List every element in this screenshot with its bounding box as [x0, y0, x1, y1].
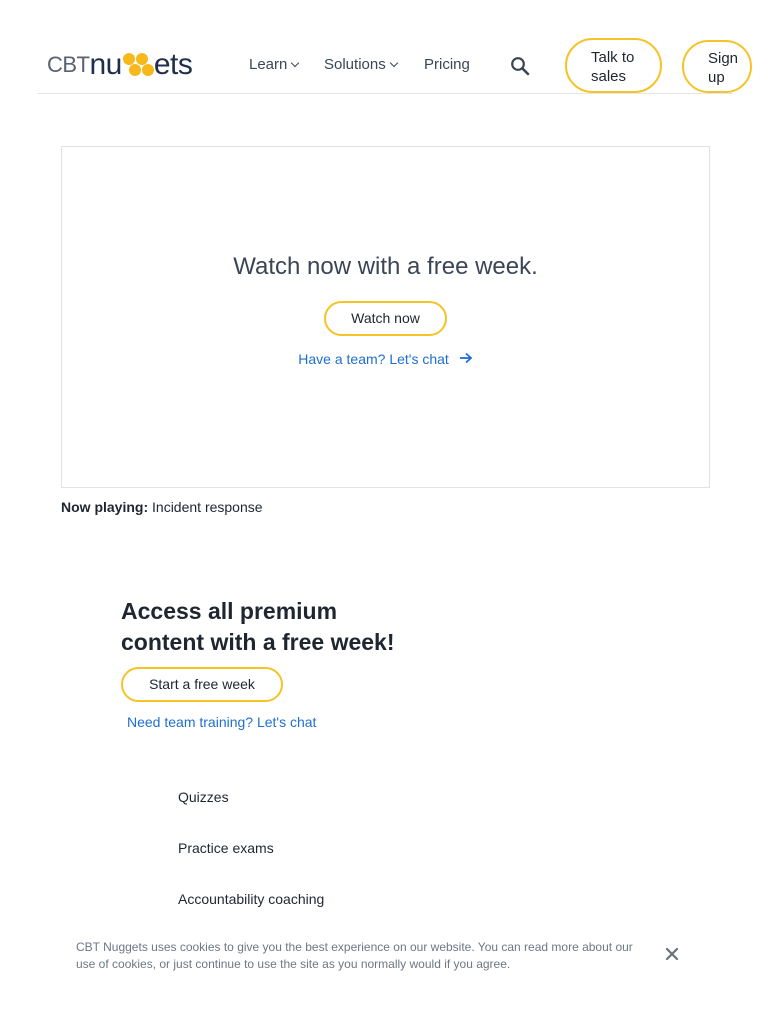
now-playing-label: Now playing: [61, 499, 149, 515]
chevron-down-icon [291, 58, 300, 67]
team-training-link[interactable]: Need team training? Let's chat [127, 714, 316, 730]
list-item: Accountability coaching [178, 891, 325, 907]
search-icon[interactable] [510, 56, 530, 76]
video-title: Watch now with a free week. [233, 253, 538, 280]
now-playing-value: Incident response [152, 499, 263, 515]
start-free-week-button[interactable]: Start a free week [121, 667, 283, 702]
close-icon[interactable] [664, 946, 680, 962]
nav-pricing-label: Pricing [424, 55, 470, 73]
promo-heading: Access all premium content with a free w… [121, 598, 395, 655]
logo-cbt-text: CBT [47, 52, 90, 77]
logo-dots-icon [122, 52, 154, 78]
nav-solutions-label: Solutions [324, 55, 386, 73]
now-playing: Now playing: Incident response [61, 499, 263, 515]
cbt-nuggets-logo[interactable]: CBT nu ets [47, 48, 193, 81]
arrow-right-icon [459, 352, 473, 364]
talk-to-sales-button[interactable]: Talk to sales [565, 38, 662, 93]
chevron-down-icon [389, 58, 398, 67]
watch-now-button[interactable]: Watch now [324, 301, 447, 336]
list-item: Quizzes [178, 789, 229, 805]
sign-up-button[interactable]: Sign up [682, 40, 752, 93]
team-chat-link[interactable]: Have a team? Let's chat [62, 351, 709, 367]
logo-ets-text: ets [153, 48, 193, 81]
cookie-banner-text: CBT Nuggets uses cookies to give you the… [76, 940, 633, 971]
nav-learn[interactable]: Learn [249, 54, 309, 74]
site-header: CBT nu ets Learn Solutions Pricing Talk … [37, 30, 752, 94]
video-player-card: Watch now with a free week. Watch now Ha… [61, 146, 710, 488]
nav-learn-label: Learn [249, 55, 288, 73]
list-item: Practice exams [178, 840, 274, 856]
logo-nu-text: nu [89, 48, 123, 81]
team-chat-link-label: Have a team? Let's chat [298, 351, 449, 367]
nav-solutions[interactable]: Solutions [324, 54, 414, 74]
nav-pricing[interactable]: Pricing [424, 54, 484, 74]
feature-list: Quizzes Practice exams Accountability co… [178, 789, 324, 942]
